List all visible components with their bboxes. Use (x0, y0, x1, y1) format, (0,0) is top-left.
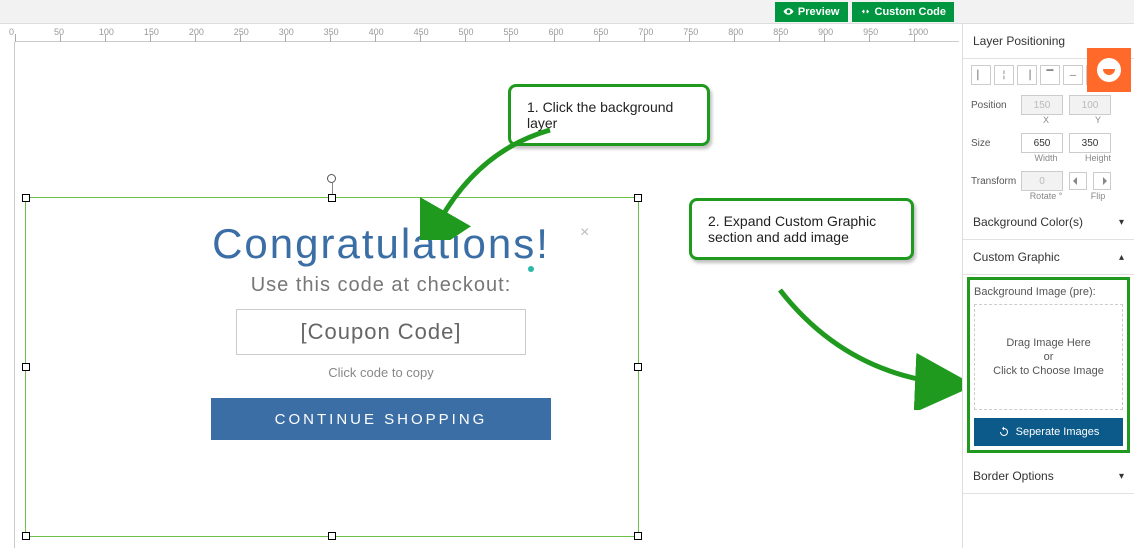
instruction-callout-1: 1. Click the background layer (508, 84, 710, 146)
resize-handle-n[interactable] (328, 194, 336, 202)
rotate-label: Rotate ° (1023, 191, 1069, 201)
height-input[interactable] (1069, 133, 1111, 153)
image-dropzone[interactable]: Drag Image Here or Click to Choose Image (974, 304, 1123, 410)
width-input[interactable] (1021, 133, 1063, 153)
continue-shopping-button[interactable]: CONTINUE SHOPPING (211, 398, 551, 440)
resize-handle-nw[interactable] (22, 194, 30, 202)
coupon-code-field[interactable]: [Coupon Code] (236, 309, 526, 355)
transform-row: Transform (963, 167, 1134, 191)
y-label: Y (1075, 115, 1121, 125)
chevron-up-icon: ▴ (1119, 252, 1124, 263)
top-toolbar: Preview Custom Code (0, 0, 1134, 24)
accent-dot-icon (528, 266, 534, 272)
bg-image-pre-label: Background Image (pre): (974, 284, 1123, 304)
preview-button[interactable]: Preview (775, 2, 848, 22)
flip-h-icon (1073, 176, 1083, 186)
flip-label: Flip (1075, 191, 1121, 201)
background-colors-header[interactable]: Background Color(s) ▾ (963, 205, 1134, 240)
rotate-handle[interactable] (327, 174, 336, 183)
position-x-input[interactable] (1021, 95, 1063, 115)
instruction-callout-2: 2. Expand Custom Graphic section and add… (689, 198, 914, 260)
align-center-v-button[interactable]: ─ (1063, 65, 1083, 85)
preview-label: Preview (798, 6, 840, 18)
canvas[interactable]: × Congratulations! Use this code at chec… (15, 42, 959, 548)
copy-hint: Click code to copy (165, 365, 597, 380)
size-sublabels: Width Height (963, 153, 1134, 167)
popup-preview: Congratulations! Use this code at checko… (165, 220, 597, 440)
popup-subtitle: Use this code at checkout: (165, 274, 597, 297)
align-center-h-button[interactable]: ╎ (994, 65, 1014, 85)
position-y-input[interactable] (1069, 95, 1111, 115)
size-row: Size (963, 129, 1134, 153)
width-label: Width (1023, 153, 1069, 163)
size-label: Size (971, 138, 1015, 149)
dropzone-line2: or (1044, 351, 1054, 363)
custom-code-label: Custom Code (875, 6, 947, 18)
align-top-button[interactable]: ▔ (1040, 65, 1060, 85)
resize-handle-e[interactable] (634, 363, 642, 371)
border-options-header[interactable]: Border Options ▾ (963, 459, 1134, 494)
layer-positioning-label: Layer Positioning (973, 34, 1065, 48)
resize-handle-s[interactable] (328, 532, 336, 540)
resize-handle-se[interactable] (634, 532, 642, 540)
dropzone-line3: Click to Choose Image (993, 365, 1104, 377)
ruler-tick: 1000 (914, 24, 959, 42)
resize-handle-w[interactable] (22, 363, 30, 371)
horizontal-ruler: 0501001502002503003504004505005506006507… (15, 24, 959, 42)
custom-graphic-label: Custom Graphic (973, 250, 1060, 264)
position-row: Position (963, 91, 1134, 115)
resize-handle-sw[interactable] (22, 532, 30, 540)
position-sublabels: X Y (963, 115, 1134, 129)
align-right-button[interactable]: ▕ (1017, 65, 1037, 85)
dropzone-line1: Drag Image Here (1006, 337, 1090, 349)
transform-sublabels: Rotate ° Flip (963, 191, 1134, 205)
flip-horizontal-button[interactable] (1069, 172, 1087, 190)
popup-title: Congratulations! (212, 220, 550, 268)
custom-code-button[interactable]: Custom Code (852, 2, 955, 22)
background-colors-label: Background Color(s) (973, 215, 1083, 229)
logo-icon (1097, 58, 1121, 82)
brand-logo (1087, 48, 1131, 92)
vertical-ruler (0, 42, 15, 548)
chevron-down-icon: ▾ (1119, 217, 1124, 228)
x-label: X (1023, 115, 1069, 125)
refresh-icon (998, 426, 1010, 438)
separate-images-button[interactable]: Seperate Images (974, 418, 1123, 446)
flip-vertical-button[interactable] (1093, 172, 1111, 190)
popup-title-text: Congratulations! (212, 220, 550, 267)
flip-v-icon (1097, 176, 1107, 186)
eye-icon (783, 6, 794, 17)
properties-sidebar: Layer Positioning ▏ ╎ ▕ ▔ ─ ▁ Position X… (962, 24, 1134, 548)
position-label: Position (971, 100, 1015, 111)
resize-handle-ne[interactable] (634, 194, 642, 202)
border-options-label: Border Options (973, 469, 1054, 483)
chevron-down-icon: ▾ (1119, 471, 1124, 482)
transform-label: Transform (971, 176, 1015, 187)
custom-graphic-header[interactable]: Custom Graphic ▴ (963, 240, 1134, 275)
code-icon (860, 6, 871, 17)
rotate-input[interactable] (1021, 171, 1063, 191)
align-left-button[interactable]: ▏ (971, 65, 991, 85)
height-label: Height (1075, 153, 1121, 163)
custom-graphic-panel: Background Image (pre): Drag Image Here … (967, 277, 1130, 453)
separate-images-label: Seperate Images (1016, 426, 1100, 438)
